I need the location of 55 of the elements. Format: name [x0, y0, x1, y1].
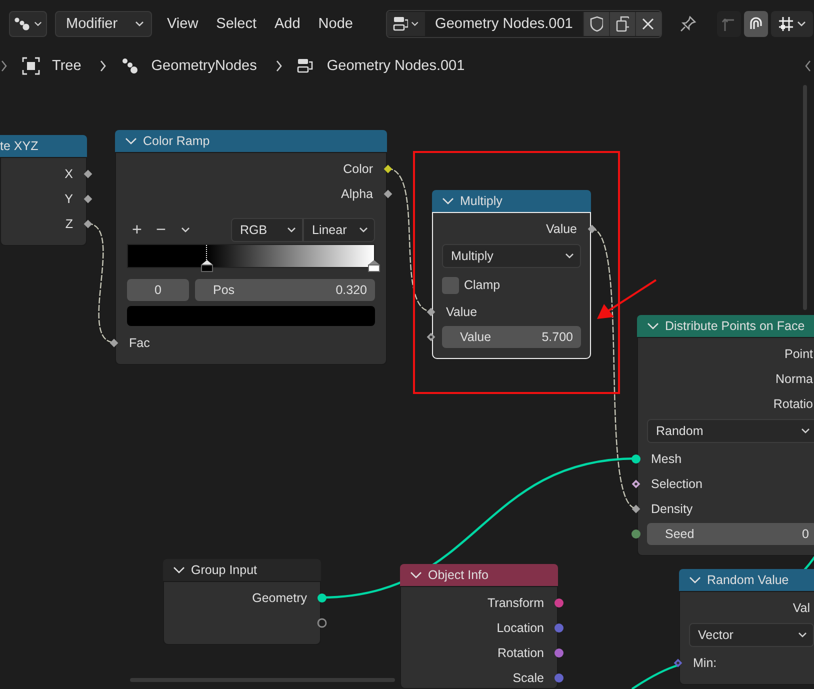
socket-label: Scale: [512, 670, 544, 684]
node-title: Color Ramp: [143, 134, 210, 148]
remove-stop-button[interactable]: −: [149, 218, 173, 242]
dropdown[interactable]: Multiply: [442, 244, 581, 268]
socket-label: Rotatio: [773, 396, 813, 410]
socket-label: Min:: [693, 656, 717, 670]
socket-label: Value: [446, 304, 478, 318]
breadcrumb[interactable]: GeometryNodes: [151, 58, 257, 74]
dropdown[interactable]: Vector: [689, 623, 814, 647]
checkbox-label: Clamp: [464, 278, 500, 292]
node-header[interactable]: Group Input: [163, 559, 321, 581]
node-title: Object Info: [428, 568, 488, 582]
node-title: Random Value: [707, 573, 789, 587]
node-title: Multiply: [460, 194, 502, 208]
number-field[interactable]: Seed 0: [647, 522, 814, 544]
dropdown[interactable]: RGB: [231, 218, 303, 242]
mode-dropdown[interactable]: Modifier: [55, 10, 152, 36]
menu-item[interactable]: Add: [267, 10, 308, 36]
menu-item[interactable]: Node: [311, 10, 360, 36]
node-header[interactable]: Object Info: [400, 564, 558, 586]
socket-label: Density: [651, 502, 693, 516]
socket-label: Alpha: [341, 186, 373, 200]
socket-label: X: [64, 166, 73, 180]
breadcrumb[interactable]: Geometry Nodes.001: [326, 58, 465, 74]
socket-label: Selection: [651, 476, 702, 490]
socket-label: Norma: [775, 372, 813, 386]
socket-label: Mesh: [651, 452, 682, 466]
dropdown[interactable]: Linear: [303, 218, 375, 242]
node-header[interactable]: Color Ramp: [115, 130, 387, 152]
breadcrumb[interactable]: Tree: [52, 58, 82, 74]
socket-label: Color: [343, 162, 373, 176]
socket-label: Point: [784, 346, 813, 360]
node-header[interactable]: Multiply: [432, 190, 591, 212]
dropdown[interactable]: Random: [647, 419, 814, 443]
socket-label: Y: [64, 192, 73, 206]
node-title: Distribute Points on Face: [665, 319, 805, 333]
stop-index-field[interactable]: 0: [127, 279, 189, 301]
node-title: te XYZ: [0, 139, 38, 153]
socket-label: Transform: [488, 596, 544, 610]
socket-label: Val: [792, 600, 810, 614]
socket-label: Location: [496, 620, 544, 634]
add-stop-button[interactable]: +: [125, 218, 149, 242]
number-field[interactable]: Value 5.700: [442, 326, 581, 348]
node-header[interactable]: Random Value: [679, 569, 814, 591]
menu-item[interactable]: Select: [209, 10, 264, 36]
position-field[interactable]: Pos 0.320: [195, 279, 375, 301]
socket-label: Geometry: [252, 590, 307, 604]
socket-label: Rotation: [497, 646, 544, 660]
node-header[interactable]: Distribute Points on Face: [637, 315, 814, 337]
socket-label: Fac: [129, 336, 150, 350]
socket-label: Z: [65, 216, 73, 230]
socket-label: Value: [546, 222, 577, 236]
menu-item[interactable]: View: [160, 10, 206, 36]
node-title: Group Input: [191, 563, 258, 577]
node-header[interactable]: te XYZ: [0, 135, 87, 157]
